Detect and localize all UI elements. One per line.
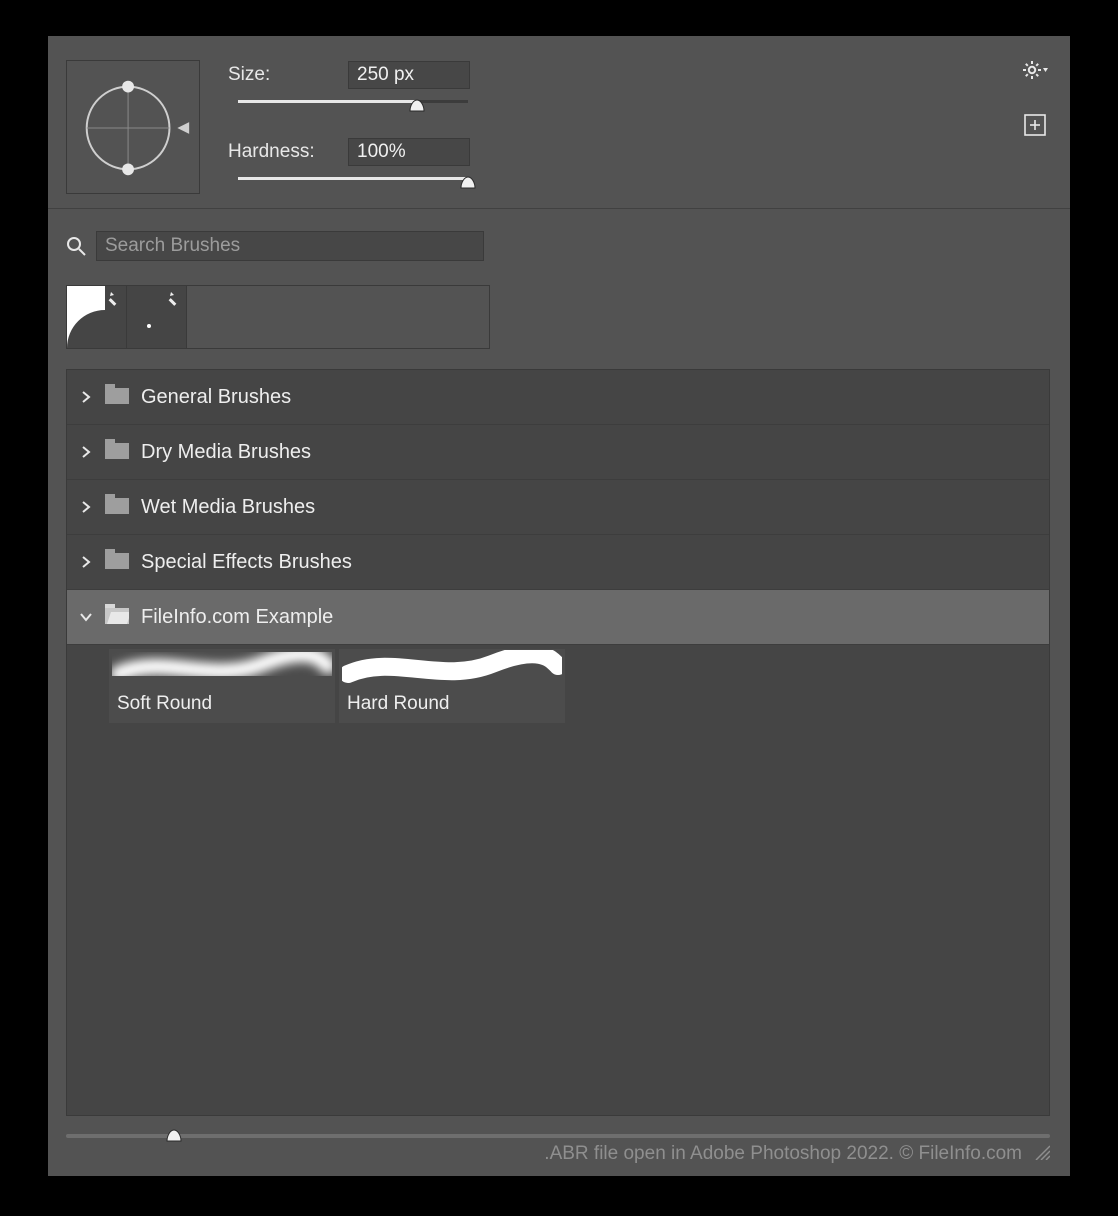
brush-hard-round[interactable]: Hard Round: [339, 649, 565, 723]
folder-label: General Brushes: [141, 386, 291, 409]
size-slider-thumb[interactable]: [408, 98, 426, 116]
chevron-right-icon: [79, 555, 93, 569]
folder-icon: [105, 439, 129, 465]
gear-icon[interactable]: [1022, 60, 1048, 80]
brush-name: Hard Round: [339, 687, 565, 723]
recent-empty: [187, 286, 489, 348]
recent-brush-0[interactable]: [67, 286, 127, 348]
brush-name: Soft Round: [109, 687, 335, 723]
zoom-slider-thumb[interactable]: [165, 1128, 183, 1146]
thumbnail-zoom-slider[interactable]: [66, 1134, 1050, 1138]
size-label: Size:: [228, 64, 348, 86]
hardness-input[interactable]: [348, 138, 470, 166]
hardness-slider[interactable]: [238, 177, 468, 180]
brush-list-area: General Brushes Dry Media Brushes Wet: [48, 209, 1070, 1122]
hardness-slider-fill: [238, 177, 468, 180]
chevron-right-icon: [79, 445, 93, 459]
hardness-label: Hardness:: [228, 141, 348, 163]
recent-brushes: [66, 285, 490, 349]
folder-label: Special Effects Brushes: [141, 551, 352, 574]
folder-fileinfo-example[interactable]: FileInfo.com Example: [67, 590, 1049, 645]
folder-icon: [105, 549, 129, 575]
chevron-down-icon: [79, 612, 93, 622]
brush-soft-round[interactable]: Soft Round: [109, 649, 335, 723]
folder-label: Wet Media Brushes: [141, 496, 315, 519]
brush-tip-preview[interactable]: [66, 60, 200, 194]
brush-presets-panel: Size: Hardness:: [48, 36, 1070, 1176]
new-preset-icon[interactable]: [1024, 114, 1046, 136]
folder-open-icon: [105, 604, 129, 630]
size-input[interactable]: [348, 61, 470, 89]
brush-settings-header: Size: Hardness:: [48, 36, 1070, 209]
brush-grid: Soft Round Hard Round: [67, 645, 1049, 727]
brush-tree: General Brushes Dry Media Brushes Wet: [66, 369, 1050, 1116]
folder-special-effects-brushes[interactable]: Special Effects Brushes: [67, 535, 1049, 590]
brush-stroke-preview: [339, 649, 565, 687]
folder-dry-media-brushes[interactable]: Dry Media Brushes: [67, 425, 1049, 480]
folder-icon: [105, 384, 129, 410]
folder-general-brushes[interactable]: General Brushes: [67, 370, 1049, 425]
chevron-right-icon: [79, 390, 93, 404]
hardness-slider-thumb[interactable]: [459, 175, 477, 193]
folder-wet-media-brushes[interactable]: Wet Media Brushes: [67, 480, 1049, 535]
folder-label: Dry Media Brushes: [141, 441, 311, 464]
resize-handle-icon[interactable]: [1032, 1142, 1050, 1166]
size-slider-fill: [238, 100, 417, 103]
search-input[interactable]: [96, 231, 484, 261]
size-slider[interactable]: [238, 100, 468, 103]
brush-controls: Size: Hardness:: [228, 60, 1050, 180]
brush-stroke-preview: [109, 649, 335, 687]
panel-footer: .ABR file open in Adobe Photoshop 2022. …: [48, 1122, 1070, 1176]
recent-brush-1[interactable]: [127, 286, 187, 348]
search-icon[interactable]: [66, 236, 86, 256]
footer-caption: .ABR file open in Adobe Photoshop 2022. …: [544, 1143, 1022, 1165]
chevron-right-icon: [79, 500, 93, 514]
folder-icon: [105, 494, 129, 520]
folder-label: FileInfo.com Example: [141, 606, 333, 629]
